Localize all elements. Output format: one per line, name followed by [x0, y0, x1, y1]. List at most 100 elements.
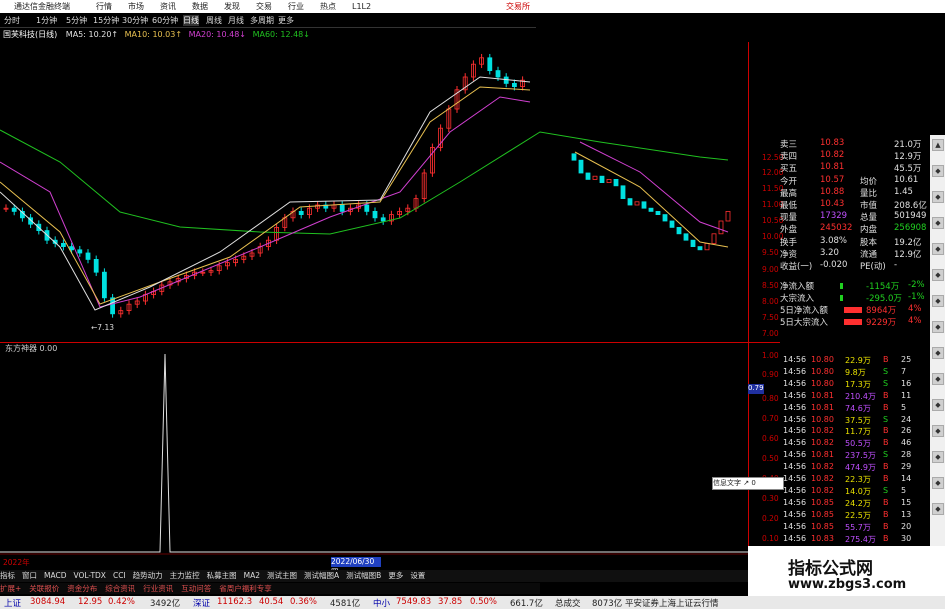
tick-row: 14:56 10.81 210.4万 B 11: [783, 391, 913, 403]
tick-count: 24: [901, 414, 912, 424]
side-icon[interactable]: ◆: [932, 269, 944, 281]
candlestick-chart[interactable]: [0, 42, 748, 342]
period-tab[interactable]: 5分钟: [66, 15, 87, 26]
menu-item[interactable]: 数据: [192, 2, 208, 11]
side-icon[interactable]: ◆: [932, 243, 944, 255]
indicator-tab[interactable]: 指标: [0, 571, 15, 580]
indicator-tab[interactable]: MACD: [44, 571, 66, 580]
side-icon[interactable]: ◆: [932, 425, 944, 437]
side-icon[interactable]: ◆: [932, 217, 944, 229]
indicator-tab[interactable]: 私募主图: [207, 571, 237, 580]
flow-key: 5日大宗流入: [780, 318, 828, 328]
indicator-tab[interactable]: MA2: [244, 571, 260, 580]
quote-key2: 股本: [860, 237, 878, 248]
side-icon[interactable]: ◆: [932, 321, 944, 333]
indicator-chart[interactable]: [0, 352, 748, 558]
info-tab[interactable]: 综合资讯: [105, 584, 135, 593]
side-icon[interactable]: ◆: [932, 373, 944, 385]
menu-item[interactable]: 发现: [224, 2, 240, 11]
side-icon[interactable]: ◆: [932, 191, 944, 203]
info-tab[interactable]: 关联报价: [29, 584, 59, 593]
candle-body: [11, 207, 17, 212]
tick-side: S: [883, 366, 889, 376]
flow-key: 大宗流入: [780, 294, 815, 304]
tick-time: 14:56: [783, 533, 807, 543]
flow-bar: [844, 307, 862, 313]
tick-price: 10.82: [811, 426, 834, 436]
period-tab[interactable]: 15分钟: [93, 15, 119, 26]
side-icon[interactable]: ◆: [932, 451, 944, 463]
quote-key: 最高: [780, 188, 798, 199]
indicator-tab[interactable]: VOL-TDX: [73, 571, 105, 580]
quote-key: 最低: [780, 201, 798, 211]
info-tab[interactable]: 扩展+: [0, 584, 21, 593]
indicator-tab[interactable]: 设置: [410, 571, 425, 580]
indicator-tab[interactable]: 测试幅图B: [346, 571, 381, 580]
tick-row: 14:56 10.80 9.8万 S 7: [783, 367, 913, 379]
tick-side: B: [883, 462, 889, 472]
info-popup[interactable]: 信息文字 ↗ 0: [712, 477, 784, 490]
tick-volume: 22.9万: [845, 356, 871, 365]
flow-value: 9229万: [866, 318, 897, 328]
period-tab[interactable]: 更多: [278, 15, 294, 26]
side-icon[interactable]: ◆: [932, 399, 944, 411]
side-icon[interactable]: ▲: [932, 139, 944, 151]
info-tab[interactable]: 省周户福利专享: [219, 584, 272, 593]
tick-time: 14:56: [783, 366, 807, 376]
candle-body: [613, 178, 619, 187]
candle-body: [655, 210, 661, 215]
indicator-tab[interactable]: CCI: [113, 571, 126, 580]
tick-side: S: [883, 378, 889, 388]
side-icon[interactable]: ◆: [932, 477, 944, 489]
menu-item[interactable]: 行业: [288, 2, 304, 11]
indicator-tab[interactable]: 主力监控: [170, 571, 200, 580]
candle-body: [704, 242, 710, 251]
period-tab[interactable]: 1分钟: [36, 15, 57, 26]
tick-volume: 11.7万: [845, 427, 871, 437]
period-tab[interactable]: 60分钟: [152, 15, 178, 26]
watermark-title: 指标公式网: [788, 559, 873, 579]
side-icon[interactable]: ◆: [932, 295, 944, 307]
zx-amount: 661.7亿: [510, 599, 543, 609]
side-icon[interactable]: ◆: [932, 503, 944, 515]
period-tab[interactable]: 月线: [228, 15, 244, 26]
ma-legend: 国芙科技(日线) MA5: 10.20↑ MA10: 10.03↑ MA20: …: [0, 29, 310, 41]
indicator-tab[interactable]: 窗口: [22, 571, 37, 580]
period-tab[interactable]: 多周期: [250, 15, 274, 26]
menu-item[interactable]: 行情: [96, 2, 112, 11]
tick-volume: 210.4万: [845, 391, 876, 401]
period-tab-active[interactable]: 日线: [183, 15, 199, 26]
info-tabs: 扩展+ 关联报价 资金分布 综合资讯 行业资讯 互动问答 省周户福利专享: [0, 583, 540, 594]
menu-item[interactable]: 热点: [320, 2, 336, 11]
tick-price: 10.80: [811, 378, 834, 388]
candle-body: [669, 220, 675, 228]
menu-item[interactable]: 资讯: [160, 2, 176, 11]
tick-time: 14:56: [783, 378, 807, 388]
menu-item[interactable]: 市场: [128, 2, 144, 11]
info-tab[interactable]: 行业资讯: [143, 584, 173, 593]
trade-button[interactable]: 交易所: [506, 1, 530, 12]
info-tab[interactable]: 资金分布: [67, 584, 97, 593]
period-tab[interactable]: 30分钟: [122, 15, 148, 26]
menu-item[interactable]: 交易: [256, 2, 272, 11]
indicator-tab[interactable]: 更多: [388, 571, 403, 580]
zx-change: 37.85: [438, 597, 463, 607]
indicator-tab[interactable]: 测试主图: [267, 571, 297, 580]
tick-side: B: [883, 390, 889, 400]
quote-row: 今开 10.57 均价 10.61: [780, 175, 930, 187]
zx-percent: 0.50%: [470, 597, 498, 607]
tick-time: 14:56: [783, 355, 807, 364]
menu-item[interactable]: L1L2: [352, 2, 371, 11]
candle-body: [683, 233, 689, 241]
period-tab[interactable]: 分时: [4, 15, 20, 26]
indicator-tab[interactable]: 趋势动力: [133, 571, 163, 580]
info-tab[interactable]: 互动问答: [181, 584, 211, 593]
quote-value: 10.88: [820, 186, 845, 197]
side-icon[interactable]: ◆: [932, 165, 944, 177]
indicator-tick: 0.90: [762, 370, 779, 379]
tick-time: 14:56: [783, 450, 807, 460]
side-icon[interactable]: ◆: [932, 347, 944, 359]
flow-percent: 4%: [908, 304, 922, 314]
period-tab[interactable]: 周线: [206, 15, 222, 26]
indicator-tab[interactable]: 测试幅图A: [304, 571, 339, 580]
